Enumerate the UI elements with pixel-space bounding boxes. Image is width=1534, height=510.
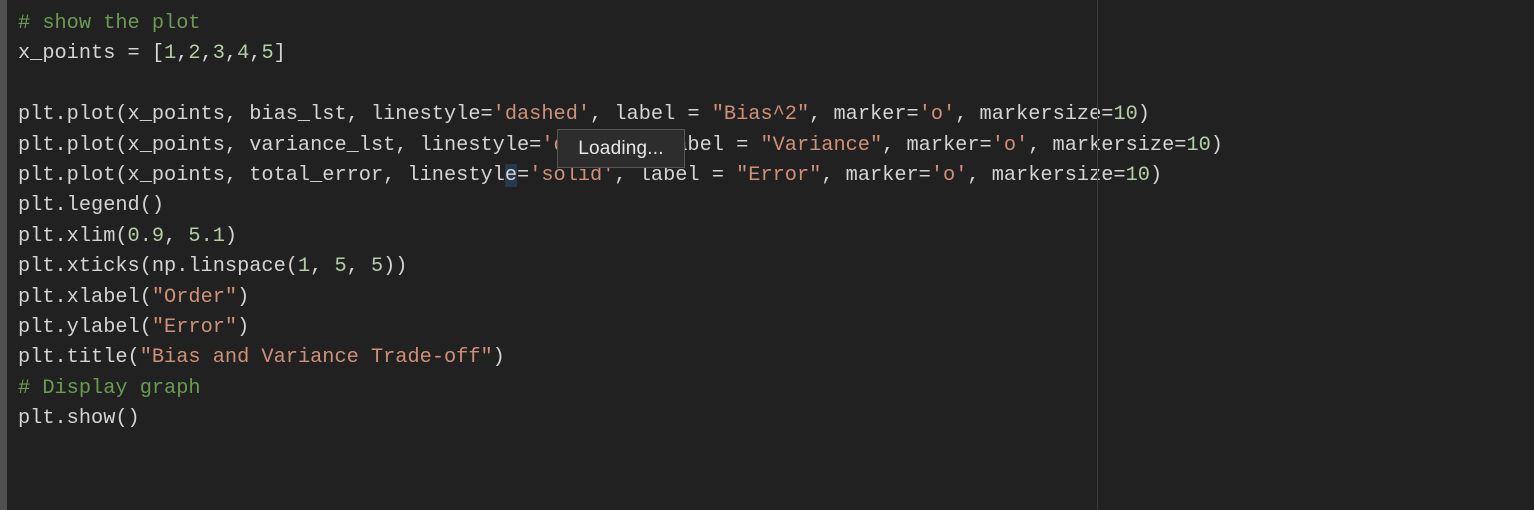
code-editor[interactable]: # show the plot x_points = [1,2,3,4,5] pl… bbox=[0, 0, 1534, 510]
code-token-pl: ) bbox=[237, 285, 250, 309]
code-token-st: 'o' bbox=[930, 163, 968, 187]
loading-tooltip-label: Loading... bbox=[578, 137, 664, 159]
code-token-st: "Order" bbox=[151, 285, 238, 309]
code-token-num: 10 bbox=[1186, 133, 1211, 157]
code-line[interactable] bbox=[18, 70, 1518, 100]
code-token-sel: e bbox=[504, 163, 518, 187]
code-token-pl: plt.xlim( bbox=[18, 224, 128, 248]
code-token-pl: ] bbox=[273, 42, 286, 66]
code-token-pl: , bbox=[346, 255, 371, 279]
code-token-pl: plt.legend() bbox=[18, 194, 165, 218]
code-token-num: 4 bbox=[237, 42, 250, 66]
code-token-pl: , marker= bbox=[882, 133, 992, 157]
code-line[interactable]: plt.xlim(0.9, 5.1) bbox=[18, 222, 1518, 252]
code-token-num: 5.1 bbox=[188, 224, 225, 248]
code-token-pl: = bbox=[517, 163, 530, 187]
code-token-pl: , marker= bbox=[821, 163, 931, 187]
code-token-pl: , bbox=[164, 224, 189, 248]
code-token-num: 5 bbox=[334, 255, 347, 279]
code-token-st: "Error" bbox=[151, 315, 238, 339]
code-token-pl: ) bbox=[224, 224, 238, 248]
code-token-num: 2 bbox=[188, 42, 201, 66]
loading-tooltip: Loading... bbox=[557, 129, 685, 168]
code-token-pl: plt.xticks(np.linspace( bbox=[18, 255, 298, 279]
code-token-cm: # Display graph bbox=[18, 376, 201, 400]
code-token-num: 10 bbox=[1125, 163, 1150, 187]
code-line[interactable]: x_points = [1,2,3,4,5] bbox=[18, 39, 1518, 69]
code-token-st: 'o' bbox=[991, 133, 1029, 157]
code-token-pl: ) bbox=[1137, 103, 1150, 127]
code-token-pl: ) bbox=[237, 315, 250, 339]
code-token-pl: plt.ylabel( bbox=[18, 315, 152, 339]
code-token-pl: , label = bbox=[590, 103, 712, 127]
code-token-num: 5 bbox=[370, 255, 384, 279]
code-token-st: 'dashed' bbox=[492, 103, 591, 127]
code-token-num: 5 bbox=[261, 42, 274, 66]
code-token-pl: plt.plot(x_points, bias_lst, linestyle= bbox=[18, 103, 493, 127]
code-token-st: "Error" bbox=[736, 163, 822, 187]
code-token-pl: , marker= bbox=[809, 103, 919, 127]
code-line[interactable]: plt.title("Bias and Variance Trade-off") bbox=[18, 343, 1518, 373]
code-token-pl: )) bbox=[383, 255, 408, 279]
code-token-pl: , bbox=[200, 42, 213, 66]
code-line[interactable]: plt.show() bbox=[18, 404, 1518, 434]
code-token-pl: plt.plot(x_points, total_error, linestyl bbox=[18, 163, 505, 187]
code-token-num: 3 bbox=[212, 42, 225, 66]
code-line[interactable]: plt.plot(x_points, variance_lst, linesty… bbox=[18, 131, 1518, 161]
code-token-num: 1 bbox=[297, 255, 311, 279]
code-token-num: 0.9 bbox=[127, 224, 165, 248]
code-token-pl: ) bbox=[492, 346, 505, 370]
code-token-pl: , bbox=[224, 42, 238, 66]
code-token-pl: , bbox=[249, 42, 262, 66]
code-token-pl: , markersize= bbox=[955, 103, 1114, 127]
code-token-pl: x_points = [ bbox=[18, 42, 165, 66]
code-token-pl: ) bbox=[1149, 163, 1163, 187]
code-token-pl: , markersize= bbox=[1028, 133, 1187, 157]
code-token-num: 1 bbox=[164, 42, 177, 66]
code-line[interactable]: plt.legend() bbox=[18, 191, 1518, 221]
code-token-pl: , bbox=[310, 255, 335, 279]
code-token-pl: , bbox=[176, 42, 189, 66]
code-token-st: "Bias and Variance Trade-off" bbox=[139, 346, 493, 370]
code-token-pl: , markersize= bbox=[967, 163, 1126, 187]
code-token-st: 'o' bbox=[918, 103, 956, 127]
code-token-cm: # show the plot bbox=[18, 12, 201, 35]
code-token-st: "Bias^2" bbox=[711, 103, 810, 127]
column-ruler-line bbox=[1097, 0, 1098, 510]
code-line[interactable]: plt.xlabel("Order") bbox=[18, 283, 1518, 313]
code-line[interactable]: plt.ylabel("Error") bbox=[18, 313, 1518, 343]
code-line[interactable]: plt.plot(x_points, bias_lst, linestyle='… bbox=[18, 100, 1518, 130]
code-token-pl: plt.show() bbox=[18, 407, 140, 431]
code-token-pl: ) bbox=[1210, 133, 1223, 157]
code-content[interactable]: # show the plot x_points = [1,2,3,4,5] pl… bbox=[18, 9, 1518, 434]
code-token-st: "Variance" bbox=[760, 133, 883, 157]
code-line[interactable]: # show the plot bbox=[18, 9, 1518, 39]
code-token-pl: plt.title( bbox=[18, 346, 140, 370]
code-token-num: 10 bbox=[1113, 103, 1138, 127]
code-line[interactable]: # Display graph bbox=[18, 374, 1518, 404]
code-line[interactable]: plt.xticks(np.linspace(1, 5, 5)) bbox=[18, 252, 1518, 282]
code-token-pl: plt.plot(x_points, variance_lst, linesty… bbox=[18, 133, 542, 157]
code-token-pl: plt.xlabel( bbox=[18, 285, 152, 309]
vertical-scrollbar[interactable] bbox=[0, 0, 7, 510]
code-line[interactable]: plt.plot(x_points, total_error, linestyl… bbox=[18, 161, 1518, 191]
